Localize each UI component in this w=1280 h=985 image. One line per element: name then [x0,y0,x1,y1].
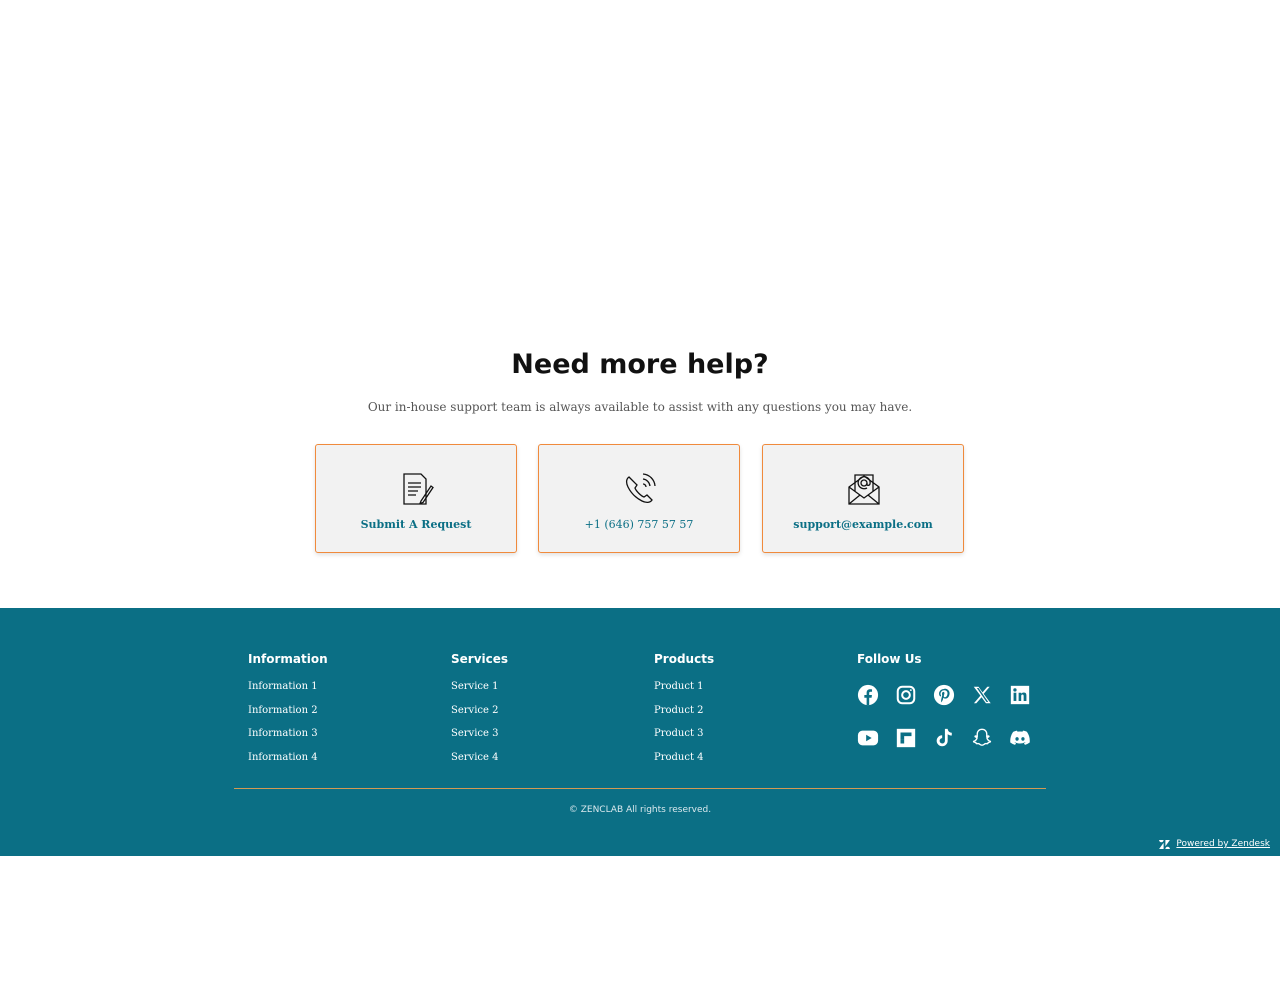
linkedin-icon[interactable] [1009,684,1031,706]
instagram-icon[interactable] [895,684,917,706]
help-section: Need more help? Our in-house support tea… [0,0,1280,608]
footer-column-follow: Follow Us [857,651,1037,667]
facebook-icon[interactable] [857,684,879,706]
powered-by-link[interactable]: Powered by Zendesk [1176,839,1270,849]
youtube-icon[interactable] [857,727,879,749]
footer-link[interactable]: Information 2 [248,705,428,717]
tiktok-icon[interactable] [933,727,955,749]
submit-request-card[interactable]: Submit A Request [315,444,517,553]
phone-number-link[interactable]: +1 (646) 757 57 57 [539,518,739,532]
pinterest-icon[interactable] [933,684,955,706]
document-edit-icon [403,473,434,505]
footer-link[interactable]: Information 4 [248,752,428,764]
footer-column-title: Products [654,652,715,666]
flipboard-icon[interactable] [895,727,917,749]
footer-column-products: Products Product 1 Product 2 Product 3 P… [654,651,834,775]
help-title: Need more help? [511,349,769,380]
envelope-at-icon [848,474,880,505]
email-card[interactable]: support@example.com [762,444,964,553]
footer-column-title: Services [451,652,509,666]
powered-by-zendesk[interactable]: Powered by Zendesk [1159,839,1270,849]
footer-column-title: Information [248,652,328,666]
footer-column-services: Services Service 1 Service 2 Service 3 S… [451,651,631,775]
footer-link[interactable]: Product 3 [654,728,834,740]
footer-link[interactable]: Service 4 [451,752,631,764]
copyright-text: © ZENCLAB All rights reserved. [568,805,712,815]
footer-link[interactable]: Service 1 [451,681,631,693]
social-row-2 [857,727,1047,749]
footer-link[interactable]: Product 4 [654,752,834,764]
phone-card[interactable]: +1 (646) 757 57 57 [538,444,740,553]
phone-icon [625,473,656,504]
discord-icon[interactable] [1009,727,1031,749]
support-email-link[interactable]: support@example.com [763,518,963,532]
site-footer: Information Information 1 Information 2 … [0,608,1280,856]
footer-link[interactable]: Service 2 [451,705,631,717]
footer-link[interactable]: Product 1 [654,681,834,693]
footer-divider [234,788,1046,789]
x-icon[interactable] [971,684,993,706]
footer-link[interactable]: Product 2 [654,705,834,717]
footer-link[interactable]: Service 3 [451,728,631,740]
footer-link[interactable]: Information 1 [248,681,428,693]
help-subtitle: Our in-house support team is always avai… [367,400,913,414]
social-row-1 [857,684,1047,706]
footer-link[interactable]: Information 3 [248,728,428,740]
snapchat-icon[interactable] [971,727,993,749]
zendesk-logo-icon [1159,839,1171,849]
follow-us-title: Follow Us [857,652,922,666]
submit-request-link[interactable]: Submit A Request [316,518,516,532]
footer-column-information: Information Information 1 Information 2 … [248,651,428,775]
